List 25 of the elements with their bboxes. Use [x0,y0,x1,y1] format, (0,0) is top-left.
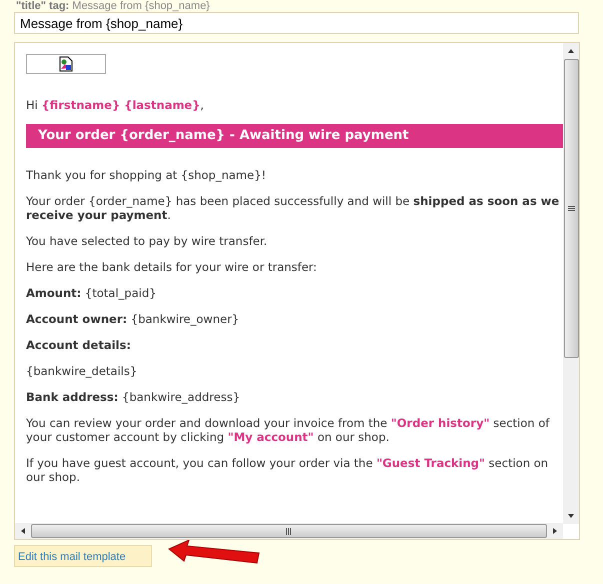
scroll-left-icon[interactable] [21,528,25,534]
email-paragraph: Bank address: {bankwire_address} [26,390,242,404]
email-paragraph: {bankwire_details} [26,364,138,378]
email-paragraph: Hi {firstname} {lastname}, [26,98,205,112]
title-field[interactable]: Message from {shop_name} [14,12,579,34]
broken-image-icon [59,56,73,72]
grip-icon[interactable] [286,528,292,534]
vertical-scrollbar[interactable] [563,43,579,524]
email-paragraph: Here are the bank details for your wire or transfer: [26,260,318,274]
email-paragraph: Thank you for shopping at {shop_name}! [26,168,268,182]
horizontal-scrollbar[interactable] [15,523,563,539]
scroll-up-icon[interactable] [568,49,574,53]
email-paragraph: Your order {order_name} has been placed successfully and will be shipped as soon as we receive your payment. [26,194,560,222]
email-paragraph: You can review your order and download your invoice from the "Order history" section of your customer account by clicking "My account" on our shop. [26,416,551,444]
title-tag-caption: "title" tag: Message from {shop_name} [15,0,211,12]
scroll-down-icon[interactable] [568,514,574,518]
scroll-right-icon[interactable] [553,528,557,534]
email-paragraph: Amount: {total_paid} [26,286,158,300]
order-status-banner: Your order {order_name} - Awaiting wire payment [26,124,563,148]
email-paragraph: Account owner: {bankwire_owner} [26,312,240,326]
grip-icon[interactable] [568,206,574,212]
email-paragraph: You have selected to pay by wire transfer. [26,234,268,248]
edit-template-link[interactable]: Edit this mail template [14,545,152,567]
email-paragraph: If you have guest account, you can follow your order via the "Guest Tracking" section on our shop. [26,456,550,484]
email-paragraph: Account details: [26,338,132,352]
